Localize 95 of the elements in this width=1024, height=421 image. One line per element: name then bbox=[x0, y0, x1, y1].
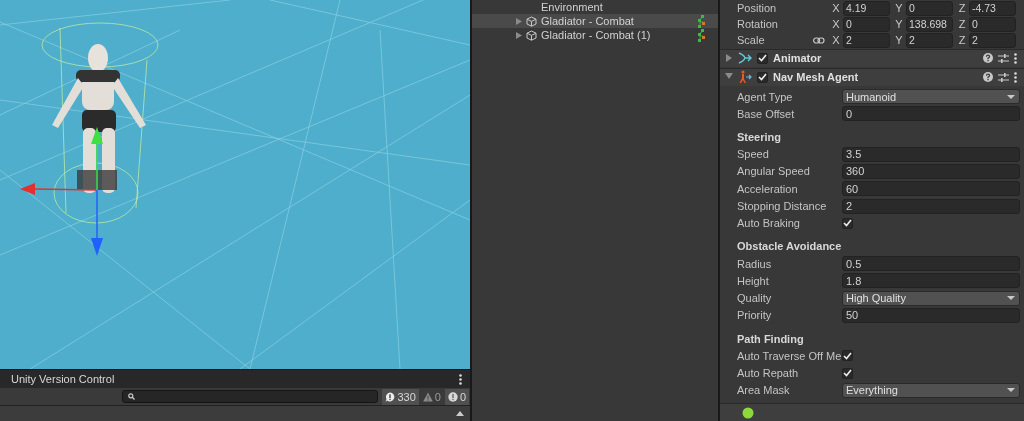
field-label: Rotation bbox=[737, 18, 779, 30]
cube-icon bbox=[526, 29, 537, 41]
warning-icon bbox=[422, 391, 433, 402]
help-icon[interactable] bbox=[983, 53, 993, 64]
number-field[interactable]: 2 bbox=[842, 198, 1020, 214]
axis-label: X bbox=[831, 34, 841, 46]
number-field[interactable]: 360 bbox=[842, 163, 1020, 179]
number-field[interactable]: 1.8 bbox=[842, 273, 1020, 289]
more-options-icon[interactable] bbox=[1014, 71, 1017, 83]
component-header[interactable]: Animator bbox=[720, 49, 1024, 67]
field-label: Area Mask bbox=[737, 384, 791, 397]
branch-arrow-icon bbox=[738, 51, 752, 66]
counter-toggle[interactable]: 0 bbox=[444, 388, 469, 405]
sliders-icon[interactable] bbox=[998, 71, 1009, 83]
field-label: Scale bbox=[737, 34, 766, 46]
axis-label: Y bbox=[894, 18, 904, 30]
axis-label: X bbox=[831, 18, 841, 30]
message-icon bbox=[385, 391, 396, 402]
search-field[interactable] bbox=[122, 390, 379, 403]
field-label: Base Offset bbox=[737, 107, 796, 120]
field-label: Priority bbox=[737, 309, 773, 322]
panel-title: Unity Version Control bbox=[11, 373, 115, 385]
hierarchy-nodes-icon[interactable] bbox=[697, 28, 706, 42]
number-field[interactable]: 2 bbox=[969, 32, 1016, 48]
counter-toggle[interactable]: 330 bbox=[382, 388, 419, 405]
section-title: Obstacle Avoidance bbox=[737, 239, 843, 255]
enabled-checkbox[interactable] bbox=[757, 71, 768, 83]
axis-label: Z bbox=[957, 18, 967, 30]
caret-icon bbox=[1007, 388, 1015, 393]
component-name: Animator bbox=[773, 52, 823, 65]
field-label: Stopping Distance bbox=[737, 200, 828, 212]
sliders-icon[interactable] bbox=[998, 52, 1009, 64]
cube-icon bbox=[526, 15, 537, 27]
hierarchy-item[interactable]: Gladiator - Combat bbox=[472, 14, 718, 28]
more-options-icon[interactable] bbox=[1014, 52, 1017, 64]
field-label: Auto Braking bbox=[737, 217, 801, 230]
scroll-up-icon[interactable] bbox=[456, 411, 464, 416]
help-icon[interactable] bbox=[983, 72, 993, 83]
axis-label: Z bbox=[957, 2, 967, 14]
axis-label: Y bbox=[894, 2, 904, 14]
field-label: Radius bbox=[737, 257, 773, 270]
field-label: Position bbox=[737, 2, 778, 14]
dropdown[interactable]: High Quality bbox=[842, 290, 1020, 306]
error-icon bbox=[447, 391, 458, 402]
axis-label: Z bbox=[957, 34, 967, 46]
number-field[interactable]: 0 bbox=[843, 16, 890, 32]
search-icon bbox=[128, 393, 136, 400]
caret-icon bbox=[1007, 94, 1015, 99]
number-field[interactable]: 60 bbox=[842, 181, 1020, 197]
hierarchy-nodes-icon[interactable] bbox=[697, 14, 706, 28]
field-label: Quality bbox=[737, 292, 773, 305]
field-label: Auto Traverse Off Me bbox=[737, 349, 842, 362]
field-label: Auto Repath bbox=[737, 367, 800, 380]
number-field[interactable]: 0 bbox=[842, 106, 1020, 122]
number-field[interactable]: 2 bbox=[906, 32, 953, 48]
number-field[interactable]: -4.73 bbox=[969, 0, 1016, 16]
item-label: Gladiator - Combat (1) bbox=[541, 29, 652, 41]
number-field[interactable]: 0 bbox=[906, 0, 953, 16]
count-label: 0 bbox=[459, 390, 466, 403]
number-field[interactable]: 0.5 bbox=[842, 256, 1020, 272]
number-field[interactable]: 4.19 bbox=[843, 0, 890, 16]
section-title: Path Finding bbox=[737, 331, 805, 347]
number-field[interactable]: 138.698 bbox=[906, 16, 953, 32]
field-label: Angular Speed bbox=[737, 165, 811, 178]
section-title: Steering bbox=[737, 129, 782, 145]
field-label: Speed bbox=[737, 148, 770, 161]
axis-label: Y bbox=[894, 34, 904, 46]
checkbox[interactable] bbox=[842, 367, 853, 379]
dropdown[interactable]: Everything bbox=[842, 382, 1020, 398]
item-label: Gladiator - Combat bbox=[541, 15, 635, 27]
checkbox[interactable] bbox=[842, 350, 853, 362]
component-header[interactable]: Nav Mesh Agent bbox=[720, 67, 1024, 86]
number-field[interactable]: 2 bbox=[843, 32, 890, 48]
number-field[interactable]: 50 bbox=[842, 308, 1020, 323]
caret-icon bbox=[1007, 296, 1015, 301]
checkbox[interactable] bbox=[842, 217, 853, 229]
field-label: Acceleration bbox=[737, 182, 799, 195]
expand-arrow-icon[interactable] bbox=[725, 54, 733, 63]
enabled-checkbox[interactable] bbox=[757, 52, 768, 64]
walking-figure-icon bbox=[738, 70, 752, 85]
circle-icon bbox=[742, 406, 754, 419]
number-field[interactable]: 0 bbox=[969, 16, 1016, 32]
hierarchy-item[interactable]: Gladiator - Combat (1) bbox=[472, 28, 718, 42]
count-label: 0 bbox=[434, 390, 441, 403]
component-name: Nav Mesh Agent bbox=[773, 71, 860, 84]
item-label: Environment bbox=[541, 1, 604, 13]
field-label: Height bbox=[737, 274, 770, 287]
link-icon[interactable] bbox=[813, 36, 825, 44]
hierarchy-item[interactable]: Environment bbox=[472, 0, 718, 14]
more-options-icon[interactable] bbox=[459, 373, 462, 385]
field-label: Agent Type bbox=[737, 90, 794, 103]
count-label: 330 bbox=[397, 390, 416, 403]
axis-label: X bbox=[831, 2, 841, 14]
dropdown[interactable]: Humanoid bbox=[842, 89, 1020, 104]
number-field[interactable]: 3.5 bbox=[842, 146, 1020, 162]
